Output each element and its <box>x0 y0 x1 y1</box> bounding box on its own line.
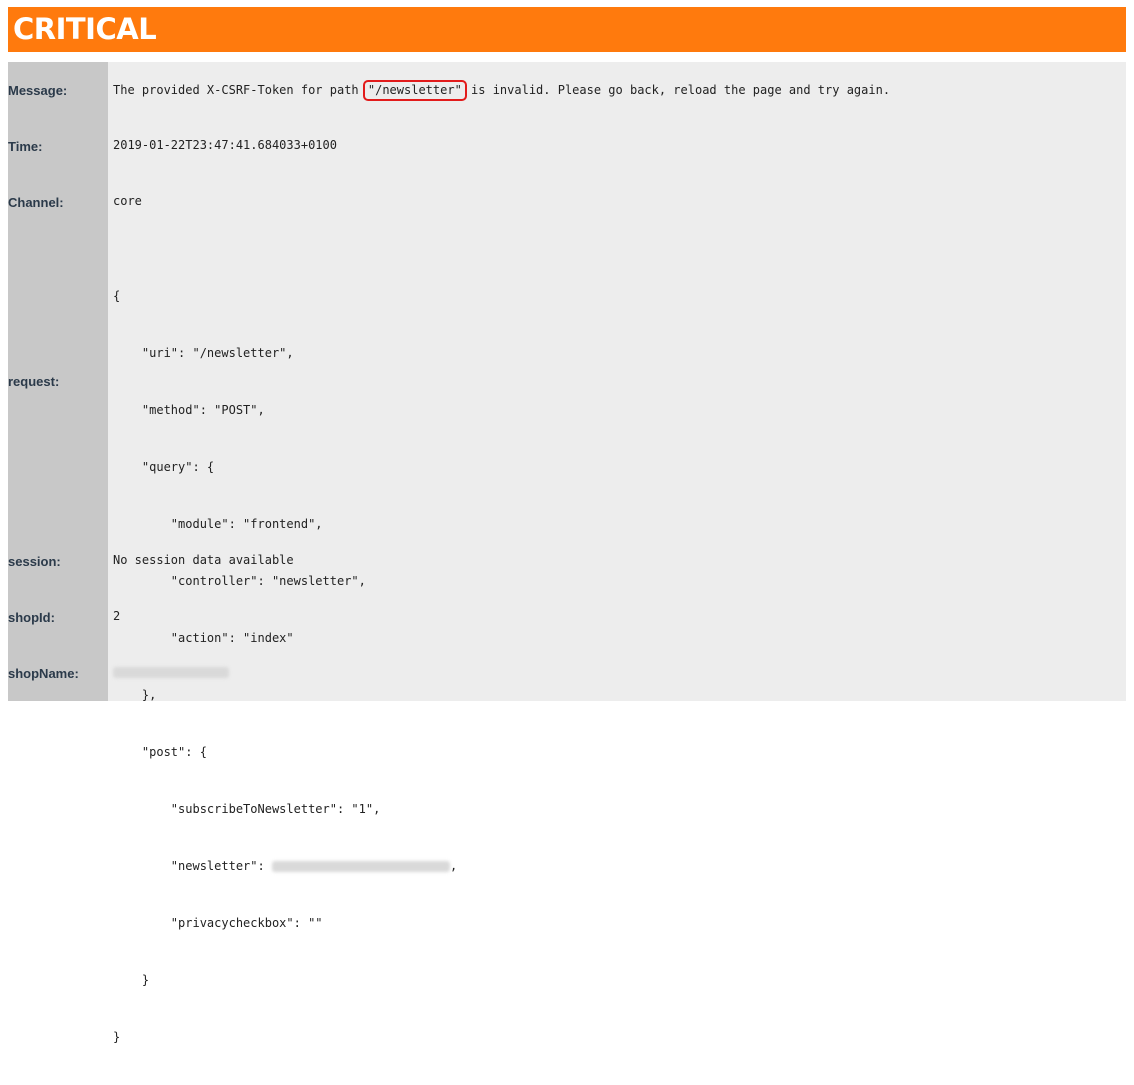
json-line: "action": "index" <box>113 631 294 645</box>
newsletter-key: "newsletter": <box>113 859 272 873</box>
json-line: { <box>113 289 121 303</box>
json-line-newsletter: "newsletter": , <box>113 857 457 876</box>
time-value: 2019-01-22T23:47:41.684033+0100 <box>113 138 337 152</box>
message-text-after: is invalid. Please go back, reload the p… <box>463 83 891 97</box>
shopid-value: 2 <box>113 609 121 623</box>
highlighted-path: "/newsletter" <box>362 80 467 101</box>
request-label: request: <box>8 374 60 389</box>
shopid-label: shopId: <box>8 610 55 625</box>
message-value: The provided X-CSRF-Token for path "/new… <box>113 80 890 101</box>
time-label: Time: <box>8 139 43 154</box>
session-label: session: <box>8 554 61 569</box>
log-details-table: Message: The provided X-CSRF-Token for p… <box>8 62 1126 1044</box>
shopname-label: shopName: <box>8 666 79 681</box>
json-line: "subscribeToNewsletter": "1", <box>113 802 381 816</box>
message-text-before: The provided X-CSRF-Token for path <box>113 83 366 97</box>
json-line: "post": { <box>113 745 207 759</box>
json-line: "privacycheckbox": "" <box>113 916 323 930</box>
json-line: } <box>113 1030 121 1044</box>
channel-label: Channel: <box>8 195 64 210</box>
session-value: No session data available <box>113 553 294 567</box>
shopname-value <box>113 663 229 682</box>
critical-header: CRITICAL <box>8 7 1126 52</box>
redacted-shop-name <box>113 667 229 678</box>
channel-value: core <box>113 194 142 208</box>
newsletter-comma: , <box>449 859 458 873</box>
redacted-email <box>271 861 450 872</box>
page-title: CRITICAL <box>13 12 157 46</box>
json-line: } <box>113 973 150 987</box>
message-label: Message: <box>8 83 68 98</box>
json-line: "uri": "/newsletter", <box>113 346 294 360</box>
json-line: "controller": "newsletter", <box>113 574 366 588</box>
json-line: "module": "frontend", <box>113 517 323 531</box>
json-line: "query": { <box>113 460 215 474</box>
json-line: "method": "POST", <box>113 403 265 417</box>
json-line: }, <box>113 688 157 702</box>
